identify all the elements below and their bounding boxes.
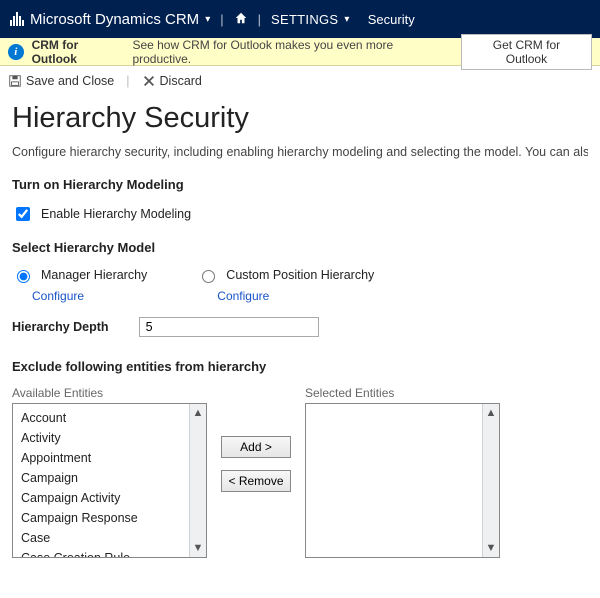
transfer-buttons: Add > < Remove — [221, 436, 291, 492]
exclude-entities-heading: Exclude following entities from hierarch… — [12, 359, 588, 374]
list-item[interactable]: Case — [15, 528, 204, 548]
scroll-down-icon[interactable]: ▼ — [483, 539, 499, 557]
save-and-close-button[interactable]: Save and Close — [8, 74, 114, 88]
scroll-up-icon[interactable]: ▲ — [190, 404, 206, 422]
security-label: Security — [368, 12, 415, 27]
model-manager: Manager Hierarchy Configure — [12, 267, 147, 303]
enable-hierarchy-label: Enable Hierarchy Modeling — [41, 207, 191, 221]
available-entities-column: Available Entities AccountActivityAppoin… — [12, 386, 207, 558]
save-icon — [8, 74, 22, 88]
save-label: Save and Close — [26, 74, 114, 88]
list-item[interactable]: Campaign Response — [15, 508, 204, 528]
available-entities-listbox[interactable]: AccountActivityAppointmentCampaignCampai… — [12, 403, 207, 558]
selected-entities-listbox[interactable]: ▲ ▼ — [305, 403, 500, 558]
list-item[interactable]: Case Creation Rule — [15, 548, 204, 558]
top-nav-bar: Microsoft Dynamics CRM ▾ | | SETTINGS ▾ … — [0, 0, 600, 38]
info-icon: i — [8, 44, 24, 60]
manager-hierarchy-radio[interactable] — [17, 270, 30, 283]
dynamics-logo-icon — [10, 12, 24, 26]
close-icon — [142, 74, 156, 88]
list-item[interactable]: Account — [15, 408, 204, 428]
list-item[interactable]: Campaign Activity — [15, 488, 204, 508]
add-button[interactable]: Add > — [221, 436, 291, 458]
discard-button[interactable]: Discard — [142, 74, 202, 88]
custom-position-radio[interactable] — [202, 270, 215, 283]
select-model-heading: Select Hierarchy Model — [12, 240, 588, 255]
selected-scrollbar[interactable]: ▲ ▼ — [482, 404, 499, 557]
cmd-separator: | — [126, 74, 129, 88]
brand-label: Microsoft Dynamics CRM — [30, 11, 199, 28]
custom-position-label: Custom Position Hierarchy — [226, 268, 374, 282]
security-nav[interactable]: Security — [368, 12, 415, 27]
model-custom: Custom Position Hierarchy Configure — [197, 267, 374, 303]
home-icon[interactable] — [234, 11, 248, 28]
hierarchy-model-group: Manager Hierarchy Configure Custom Posit… — [12, 267, 588, 303]
page-body: Hierarchy Security Configure hierarchy s… — [0, 96, 600, 570]
entity-lists-row: Available Entities AccountActivityAppoin… — [12, 386, 588, 558]
settings-nav[interactable]: SETTINGS ▾ — [271, 12, 350, 27]
scroll-up-icon[interactable]: ▲ — [483, 404, 499, 422]
hierarchy-depth-row: Hierarchy Depth — [12, 317, 588, 337]
scroll-down-icon[interactable]: ▼ — [190, 539, 206, 557]
settings-label: SETTINGS — [271, 12, 338, 27]
enable-hierarchy-checkbox[interactable] — [16, 207, 30, 221]
chevron-down-icon: ▾ — [205, 14, 210, 25]
remove-button[interactable]: < Remove — [221, 470, 291, 492]
available-scrollbar[interactable]: ▲ ▼ — [189, 404, 206, 557]
turn-on-heading: Turn on Hierarchy Modeling — [12, 177, 588, 192]
nav-separator: | — [258, 12, 261, 27]
manager-hierarchy-radio-row[interactable]: Manager Hierarchy — [12, 267, 147, 283]
hierarchy-depth-label: Hierarchy Depth — [12, 320, 109, 334]
hierarchy-depth-input[interactable] — [139, 317, 319, 337]
outlook-info-bar: i CRM for Outlook See how CRM for Outloo… — [0, 38, 600, 66]
page-description: Configure hierarchy security, including … — [12, 145, 588, 159]
configure-manager-link[interactable]: Configure — [32, 289, 147, 303]
brand-menu[interactable]: Microsoft Dynamics CRM ▾ — [10, 11, 210, 28]
get-crm-outlook-button[interactable]: Get CRM for Outlook — [461, 34, 592, 70]
selected-entities-label: Selected Entities — [305, 386, 500, 400]
list-item[interactable]: Activity — [15, 428, 204, 448]
command-bar: Save and Close | Discard — [0, 66, 600, 96]
available-entities-label: Available Entities — [12, 386, 207, 400]
configure-custom-link[interactable]: Configure — [217, 289, 374, 303]
chevron-down-icon: ▾ — [344, 14, 349, 25]
selected-entities-column: Selected Entities ▲ ▼ — [305, 386, 500, 558]
list-item[interactable]: Appointment — [15, 448, 204, 468]
nav-separator: | — [220, 12, 223, 27]
list-item[interactable]: Campaign — [15, 468, 204, 488]
discard-label: Discard — [160, 74, 202, 88]
infobar-message: See how CRM for Outlook makes you even m… — [132, 38, 446, 66]
custom-position-radio-row[interactable]: Custom Position Hierarchy — [197, 267, 374, 283]
infobar-title: CRM for Outlook — [32, 38, 125, 66]
enable-hierarchy-checkbox-row[interactable]: Enable Hierarchy Modeling — [12, 204, 588, 224]
manager-hierarchy-label: Manager Hierarchy — [41, 268, 147, 282]
page-title: Hierarchy Security — [12, 102, 588, 135]
